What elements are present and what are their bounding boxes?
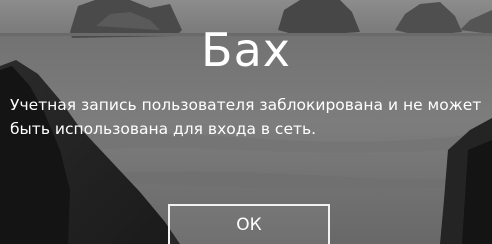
ok-button[interactable]: ОК: [168, 204, 330, 244]
error-message: Учетная запись пользователя заблокирован…: [10, 96, 482, 138]
user-name: Бах: [201, 23, 291, 77]
lock-screen: Бах Учетная запись пользователя заблокир…: [0, 0, 492, 244]
